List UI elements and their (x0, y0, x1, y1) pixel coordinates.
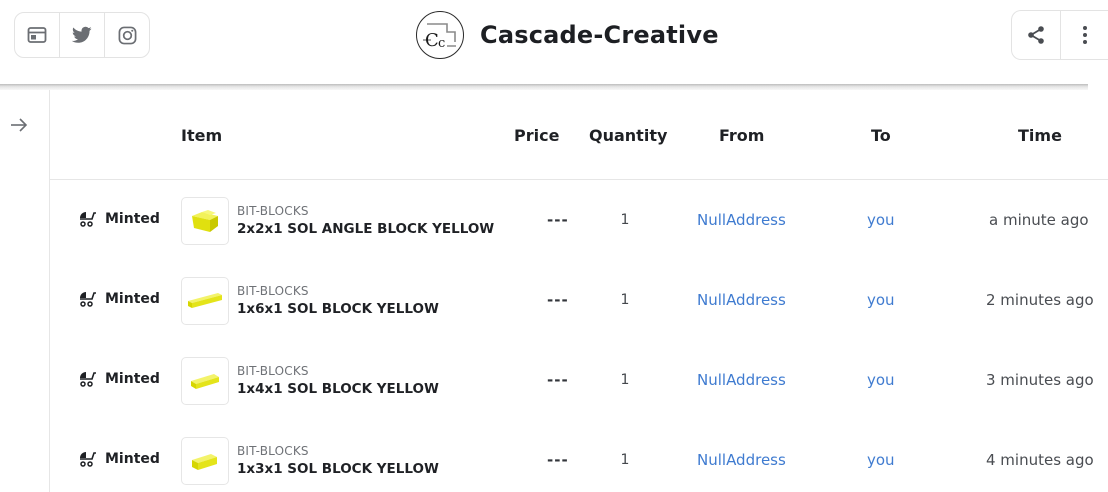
column-quantity: Quantity (589, 126, 668, 145)
collection-name: BIT-BLOCKS (237, 444, 309, 458)
website-icon (27, 27, 47, 43)
item-thumbnail[interactable] (181, 437, 229, 485)
item-thumbnail[interactable] (181, 197, 229, 245)
twitter-button[interactable] (59, 13, 104, 57)
to-address-link[interactable]: you (867, 371, 895, 389)
share-icon (1028, 26, 1044, 44)
from-address-link[interactable]: NullAddress (697, 211, 786, 229)
filter-sidebar (0, 90, 50, 492)
collection-title: Cascade-Creative (480, 21, 719, 49)
event-label: Minted (105, 291, 160, 307)
event-cell: Minted (79, 451, 160, 467)
activity-table: Item Price Quantity From To Time Minted (50, 90, 1108, 492)
timestamp-link[interactable]: 2 minutes ago (986, 291, 1094, 309)
share-button[interactable] (1012, 11, 1060, 59)
quantity-value: 1 (620, 292, 630, 308)
table-row: Minted BIT-BLOCKS 1x6x1 SOL BLOCK YELLOW… (50, 261, 1108, 341)
item-thumbnail[interactable] (181, 357, 229, 405)
timestamp-link[interactable]: 4 minutes ago (986, 451, 1094, 469)
item-text: BIT-BLOCKS 1x6x1 SOL BLOCK YELLOW (237, 284, 439, 317)
quantity-value: 1 (620, 212, 630, 228)
item-name[interactable]: 2x2x1 SOL ANGLE BLOCK YELLOW (237, 221, 494, 237)
to-address-link[interactable]: you (867, 451, 895, 469)
event-label: Minted (105, 211, 160, 227)
stroller-icon (80, 452, 96, 467)
from-address-link[interactable]: NullAddress (697, 451, 786, 469)
column-price: Price (514, 126, 560, 145)
price-value: --- (547, 291, 569, 309)
item-name[interactable]: 1x6x1 SOL BLOCK YELLOW (237, 301, 439, 317)
column-item: Item (181, 126, 223, 145)
brand: C c Cascade-Creative (416, 10, 719, 60)
item-name[interactable]: 1x3x1 SOL BLOCK YELLOW (237, 461, 439, 477)
item-thumbnail[interactable] (181, 277, 229, 325)
event-cell: Minted (79, 371, 160, 387)
table-row: Minted BIT-BLOCKS 1x3x1 SOL BLOCK YELLOW… (50, 421, 1108, 492)
stroller-icon (80, 292, 96, 307)
instagram-button[interactable] (104, 13, 149, 57)
page-header: C c Cascade-Creative (0, 0, 1108, 84)
more-button[interactable] (1060, 11, 1108, 59)
collection-name: BIT-BLOCKS (237, 364, 309, 378)
stroller-icon (80, 212, 96, 227)
price-value: --- (547, 451, 569, 469)
table-row: Minted BIT-BLOCKS 2x2x1 SOL ANGLE BLOCK … (50, 181, 1108, 261)
more-vertical-icon (1082, 26, 1087, 44)
quantity-value: 1 (620, 452, 630, 468)
event-cell: Minted (79, 211, 160, 227)
from-address-link[interactable]: NullAddress (697, 371, 786, 389)
timestamp-link[interactable]: a minute ago (989, 211, 1089, 229)
event-cell: Minted (79, 291, 160, 307)
long-block-image (188, 293, 222, 308)
long-block-image (191, 374, 219, 389)
column-from: From (719, 126, 765, 145)
header-actions (1011, 10, 1108, 60)
logo-mark: C c (423, 23, 456, 51)
website-button[interactable] (15, 13, 59, 57)
item-text: BIT-BLOCKS 2x2x1 SOL ANGLE BLOCK YELLOW (237, 204, 494, 237)
angle-block-image (192, 210, 218, 232)
item-text: BIT-BLOCKS 1x4x1 SOL BLOCK YELLOW (237, 364, 439, 397)
instagram-icon (118, 26, 136, 44)
table-header: Item Price Quantity From To Time (50, 90, 1108, 180)
column-to: To (871, 126, 891, 145)
collection-name: BIT-BLOCKS (237, 284, 309, 298)
svg-text:C: C (425, 30, 439, 51)
item-name[interactable]: 1x4x1 SOL BLOCK YELLOW (237, 381, 439, 397)
social-links (14, 12, 150, 58)
collection-name: BIT-BLOCKS (237, 204, 309, 218)
cascade-creative-logo[interactable]: C c (416, 11, 464, 59)
price-value: --- (547, 211, 569, 229)
event-label: Minted (105, 451, 160, 467)
svg-text:c: c (438, 36, 445, 51)
price-value: --- (547, 371, 569, 389)
to-address-link[interactable]: you (867, 211, 895, 229)
item-text: BIT-BLOCKS 1x3x1 SOL BLOCK YELLOW (237, 444, 439, 477)
from-address-link[interactable]: NullAddress (697, 291, 786, 309)
event-label: Minted (105, 371, 160, 387)
expand-sidebar-button[interactable] (6, 112, 32, 138)
column-time: Time (1018, 126, 1062, 145)
table-row: Minted BIT-BLOCKS 1x4x1 SOL BLOCK YELLOW… (50, 341, 1108, 421)
quantity-value: 1 (620, 372, 630, 388)
twitter-icon (72, 26, 92, 43)
to-address-link[interactable]: you (867, 291, 895, 309)
timestamp-link[interactable]: 3 minutes ago (986, 371, 1094, 389)
arrow-right-icon (11, 118, 28, 132)
stroller-icon (80, 372, 96, 387)
short-block-image (192, 454, 217, 470)
